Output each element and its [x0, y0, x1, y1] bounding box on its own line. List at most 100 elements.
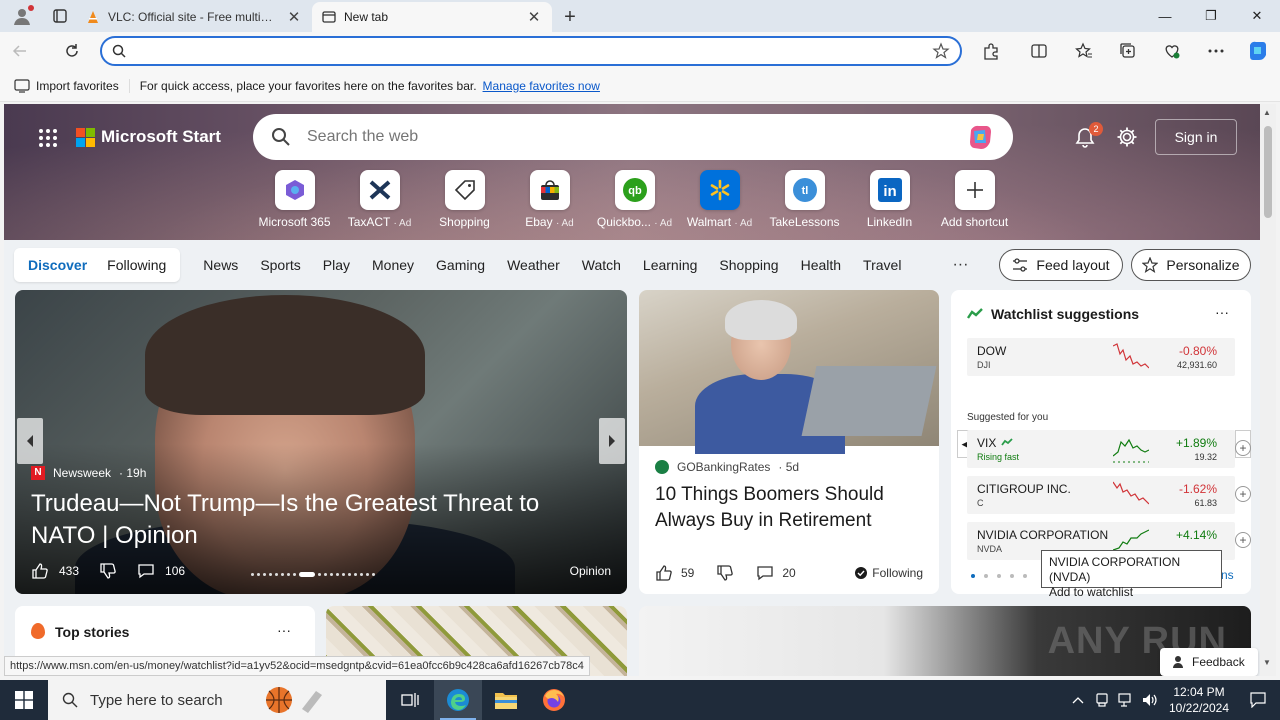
story-headline[interactable]: 10 Things Boomers Should Always Buy in R…	[655, 482, 923, 534]
carousel-prev-button[interactable]	[17, 418, 43, 464]
thumbs-down-icon[interactable]	[716, 564, 734, 582]
stock-row-dow[interactable]: DOW DJI -0.80% 42,931.60	[967, 338, 1235, 376]
feed-layout-button[interactable]: Feed layout	[999, 249, 1123, 281]
start-button[interactable]	[0, 680, 48, 720]
thumbs-up-icon[interactable]	[655, 564, 673, 582]
shortcut-walmart[interactable]: Walmart · Ad	[677, 170, 762, 229]
add-to-watchlist-button[interactable]: +	[1235, 486, 1251, 502]
page-scrollbar[interactable]: ▲ ▼	[1260, 104, 1276, 676]
tab-play[interactable]: Play	[312, 257, 361, 273]
shortcut-linkedin[interactable]: in LinkedIn	[847, 170, 932, 229]
tab-health[interactable]: Health	[790, 257, 852, 273]
collections-button[interactable]	[1108, 32, 1148, 70]
app-launcher-icon[interactable]	[38, 128, 58, 148]
thumbs-down-icon[interactable]	[99, 562, 117, 580]
split-screen-button[interactable]	[1019, 32, 1059, 70]
shortcut-add[interactable]: Add shortcut	[932, 170, 1017, 229]
web-search-box[interactable]	[253, 114, 1013, 160]
toolbar	[0, 32, 1280, 70]
tab-vlc[interactable]: VLC: Official site - Free multimedia sol…	[76, 2, 312, 32]
stock-row-citigroup[interactable]: CITIGROUP INC. C -1.62% 61.83 +	[967, 476, 1251, 514]
tray-app-icon[interactable]	[1090, 693, 1114, 707]
new-tab-button[interactable]: +	[552, 2, 588, 32]
shortcut-ebay[interactable]: Ebay · Ad	[507, 170, 592, 229]
task-view-button[interactable]	[386, 680, 434, 720]
profile-button[interactable]	[0, 0, 44, 32]
scrollbar-thumb[interactable]	[1264, 126, 1272, 218]
address-input[interactable]	[134, 43, 932, 59]
top-stories-more-button[interactable]: ···	[277, 622, 291, 638]
extensions-button[interactable]	[971, 32, 1011, 70]
import-favorites-button[interactable]: Import favorites	[14, 78, 130, 93]
comment-icon[interactable]	[756, 564, 774, 582]
taskbar-file-explorer[interactable]	[482, 680, 530, 720]
favorite-star-icon[interactable]	[932, 42, 950, 60]
shortcut-label: TaxACT	[347, 215, 391, 229]
back-button[interactable]	[0, 32, 40, 70]
tab-weather[interactable]: Weather	[496, 257, 571, 273]
favorites-button[interactable]	[1064, 32, 1104, 70]
tab-learning[interactable]: Learning	[632, 257, 709, 273]
tab-shopping[interactable]: Shopping	[708, 257, 789, 273]
close-window-button[interactable]: ✕	[1234, 0, 1280, 32]
taskbar-edge[interactable]	[434, 680, 482, 720]
tab-watch[interactable]: Watch	[571, 257, 632, 273]
taskbar-search[interactable]: Type here to search	[48, 680, 386, 720]
add-to-watchlist-button[interactable]: +	[1235, 532, 1251, 548]
stock-row-vix[interactable]: VIX Rising fast +1.89% 19.32 +	[967, 430, 1251, 468]
taskbar-firefox[interactable]	[530, 680, 578, 720]
maximize-button[interactable]: ❐	[1188, 0, 1234, 32]
settings-gear-icon[interactable]	[1116, 126, 1138, 148]
story-card[interactable]: GOBankingRates · 5d 10 Things Boomers Sh…	[639, 290, 939, 594]
tab-money[interactable]: Money	[361, 257, 425, 273]
tab-close-button[interactable]: ✕	[526, 8, 542, 26]
scroll-down-arrow-icon[interactable]: ▼	[1263, 658, 1271, 667]
clock[interactable]: 12:04 PM 10/22/2024	[1162, 684, 1236, 716]
newsweek-logo-icon: N	[31, 466, 45, 480]
copilot-icon[interactable]	[965, 122, 995, 152]
tab-discover[interactable]: Discover	[18, 257, 97, 273]
thumbs-up-icon[interactable]	[31, 562, 49, 580]
watchlist-link-fragment[interactable]: ns	[1221, 568, 1234, 582]
tab-sports[interactable]: Sports	[249, 257, 311, 273]
tab-news[interactable]: News	[192, 257, 249, 273]
shortcut-taxact[interactable]: TaxACT · Ad	[337, 170, 422, 229]
tab-close-button[interactable]: ✕	[286, 8, 302, 26]
show-hidden-icons-button[interactable]	[1066, 696, 1090, 704]
address-bar[interactable]	[100, 36, 962, 66]
tab-new-tab[interactable]: New tab ✕	[312, 2, 552, 32]
volume-button[interactable]	[1138, 693, 1162, 707]
feedback-button[interactable]: Feedback	[1160, 648, 1258, 676]
copilot-button[interactable]	[1238, 32, 1278, 70]
tab-actions-button[interactable]	[44, 0, 76, 32]
personalize-button[interactable]: Personalize	[1131, 249, 1251, 281]
shortcut-label: Shopping	[439, 215, 490, 229]
minimize-button[interactable]: —	[1142, 0, 1188, 32]
tab-gaming[interactable]: Gaming	[425, 257, 496, 273]
shortcut-shopping[interactable]: Shopping	[422, 170, 507, 229]
performance-button[interactable]	[1152, 32, 1192, 70]
following-indicator[interactable]: Following	[855, 566, 923, 580]
watchlist-more-button[interactable]: ···	[1215, 304, 1229, 320]
back-arrow-icon	[12, 45, 26, 57]
notification-center-button[interactable]	[1236, 692, 1280, 708]
tab-travel[interactable]: Travel	[852, 257, 912, 273]
sign-in-button[interactable]: Sign in	[1155, 119, 1237, 155]
settings-more-button[interactable]	[1196, 32, 1236, 70]
more-categories-button[interactable]: ···	[952, 256, 968, 274]
shortcut-quickbooks[interactable]: qb Quickbo... · Ad	[592, 170, 677, 229]
add-to-watchlist-button[interactable]: +	[1235, 440, 1251, 456]
web-search-input[interactable]	[307, 128, 965, 146]
carousel-next-button[interactable]	[599, 418, 625, 464]
scroll-up-arrow-icon[interactable]: ▲	[1263, 108, 1271, 117]
tab-following[interactable]: Following	[97, 257, 176, 273]
featured-story-card[interactable]: N Newsweek · 19h Trudeau—Not Trump—Is th…	[15, 290, 627, 594]
network-button[interactable]	[1114, 693, 1138, 707]
microsoft-start-logo[interactable]: Microsoft Start	[76, 127, 221, 147]
comment-icon[interactable]	[137, 562, 155, 580]
manage-favorites-link[interactable]: Manage favorites now	[483, 79, 600, 93]
refresh-button[interactable]	[52, 32, 92, 70]
shortcut-takelessons[interactable]: tl TakeLessons	[762, 170, 847, 229]
story-headline[interactable]: Trudeau—Not Trump—Is the Greatest Threat…	[31, 488, 601, 552]
shortcut-microsoft-365[interactable]: Microsoft 365	[252, 170, 337, 229]
